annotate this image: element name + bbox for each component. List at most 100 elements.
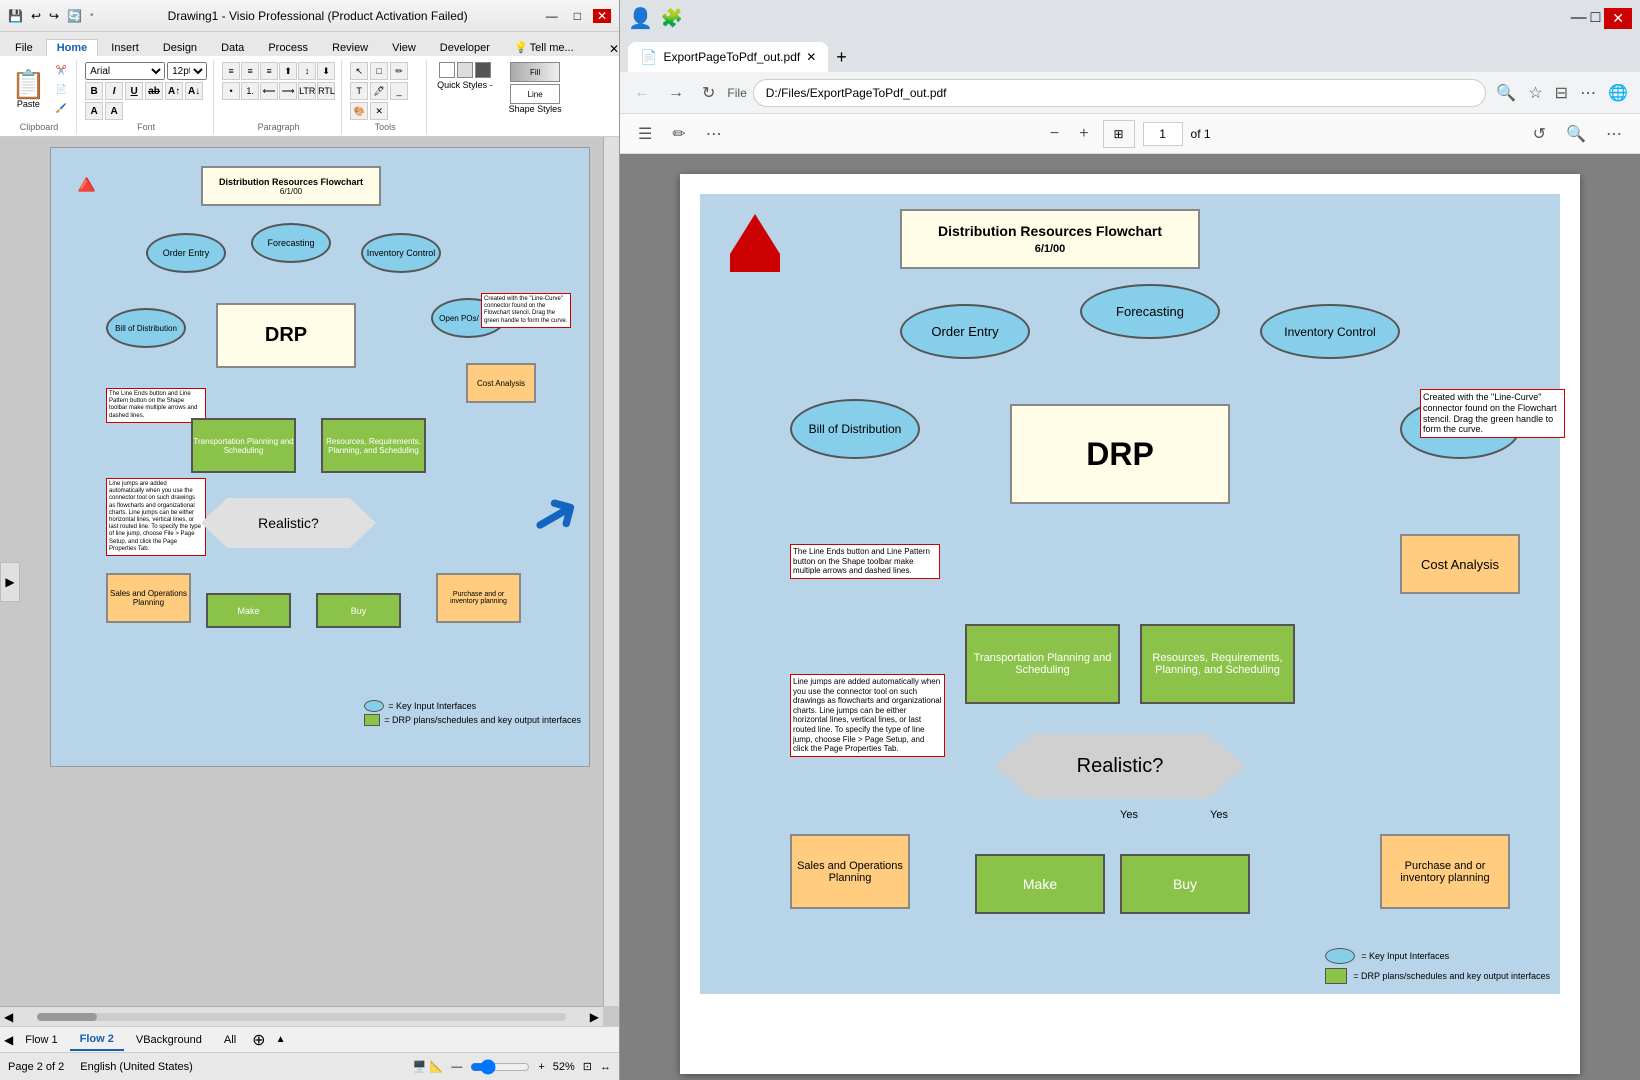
sidebar-toggle[interactable]: ▶ [0,562,20,602]
browser-menu-button[interactable]: ⋯ [1576,79,1600,107]
tab-data[interactable]: Data [210,39,255,56]
strikethrough-button[interactable]: ab [145,82,163,100]
page-tab-flow2[interactable]: Flow 2 [70,1029,124,1051]
align-right-button[interactable]: ≡ [260,62,278,80]
font-name-select[interactable]: Arial [85,62,165,80]
align-middle-button[interactable]: ↕ [298,62,316,80]
zoom-in-button[interactable]: + [1073,121,1094,147]
line-style[interactable]: Line [510,84,560,104]
copy-button[interactable]: 📄 [53,81,70,98]
extensions-icon[interactable]: 🧩 [661,8,683,29]
style-swatch-3[interactable] [475,62,491,78]
favorites-button[interactable]: ☆ [1524,79,1546,107]
style-swatch-1[interactable] [439,62,455,78]
add-page-btn[interactable]: ⊕ [248,1030,269,1050]
fit-page-btn[interactable]: ⊡ [583,1060,592,1073]
ribbon-close-icon[interactable]: ✕ [609,42,619,56]
fill-tool[interactable]: 🖊 [370,82,388,100]
tab-tell-me[interactable]: 💡 Tell me... [503,38,585,56]
zoom-out-button[interactable]: − [1044,121,1065,147]
decrease-font-button[interactable]: A↓ [185,82,203,100]
rect-tool[interactable]: □ [370,62,388,80]
scroll-tabs-left[interactable]: ◀ [4,1033,13,1047]
text-tool[interactable]: T [350,82,368,100]
pencil-tool[interactable]: ✏ [390,62,408,80]
pdf-browser-tab[interactable]: 📄 ExportPageToPdf_out.pdf ✕ [628,42,828,72]
underline-button[interactable]: U [125,82,143,100]
sidebar-toggle-button[interactable]: ☰ [632,120,658,148]
tab-insert[interactable]: Insert [100,39,150,56]
ltr-button[interactable]: LTR [298,82,316,100]
browser-close-button[interactable]: ✕ [1604,8,1632,29]
address-input[interactable] [753,79,1487,107]
pdf-content-area[interactable]: Distribution Resources Flowchart 6/1/00 … [620,154,1640,1080]
align-bottom-button[interactable]: ⬇ [317,62,335,80]
indent-increase-button[interactable]: ⟶ [279,82,297,100]
draw-tool-button[interactable]: ✏ [666,120,691,148]
align-left-button[interactable]: ≡ [222,62,240,80]
pointer-tool[interactable]: ↖ [350,62,368,80]
undo-icon[interactable]: ↩ [31,9,41,23]
bold-button[interactable]: B [85,82,103,100]
pdf-search-button[interactable]: 🔍 [1560,120,1592,148]
zoom-increase-btn[interactable]: + [538,1061,544,1073]
increase-font-button[interactable]: A↑ [165,82,183,100]
zoom-decrease-btn[interactable]: — [451,1061,462,1073]
page-view-btn[interactable]: ⊞ [1103,120,1135,148]
tab-design[interactable]: Design [152,39,208,56]
browser-maximize-button[interactable]: □ [1591,8,1601,29]
tab-developer[interactable]: Developer [429,39,501,56]
highlight-button[interactable]: A [105,102,123,120]
stroke-tool[interactable]: _ [390,82,408,100]
browser-minimize-button[interactable]: — [1571,8,1587,29]
tab-view[interactable]: View [381,39,427,56]
format-tool[interactable]: 🎨 [350,102,368,120]
scroll-left-btn[interactable]: ◀ [0,1010,17,1024]
format-painter-button[interactable]: 🖌️ [53,100,70,117]
page-tab-all[interactable]: All [214,1029,246,1051]
scroll-tabs-up[interactable]: ▲ [276,1034,286,1045]
back-button[interactable]: ← [628,80,656,106]
align-center-button[interactable]: ≡ [241,62,259,80]
font-size-select[interactable]: 12pt. [167,62,207,80]
pdf-page-input[interactable] [1143,122,1183,146]
align-top-button[interactable]: ⬆ [279,62,297,80]
cut-button[interactable]: ✂️ [53,62,70,79]
fill-style[interactable]: Fill [510,62,560,82]
style-swatch-2[interactable] [457,62,473,78]
tab-process[interactable]: Process [257,39,319,56]
tab-file[interactable]: File [4,39,44,56]
redo-icon[interactable]: ↪ [49,9,59,23]
close-button[interactable]: ✕ [593,9,611,23]
page-tab-vbkg[interactable]: VBackground [126,1029,212,1051]
forward-button[interactable]: → [662,80,690,106]
canvas-area[interactable]: ▶ 🔺 Distribution Resources Flowchart 6/1… [0,137,619,1026]
more-tools-button[interactable]: ⋯ [700,120,728,148]
horizontal-scrollbar[interactable]: ◀ ▶ [0,1006,603,1026]
rtl-button[interactable]: RTL [317,82,335,100]
zoom-slider[interactable] [470,1059,530,1075]
page-tab-flow1[interactable]: Flow 1 [15,1029,67,1051]
scroll-right-btn[interactable]: ▶ [586,1010,603,1024]
italic-button[interactable]: I [105,82,123,100]
pdf-more-button[interactable]: ⋯ [1600,120,1628,148]
split-view-button[interactable]: ⊟ [1551,79,1572,107]
tab-review[interactable]: Review [321,39,379,56]
vertical-scrollbar[interactable] [603,137,619,1006]
profile-icon[interactable]: 👤 [628,6,653,31]
tab-close-button[interactable]: ✕ [806,50,816,64]
minimize-button[interactable]: — [542,9,562,23]
tab-home[interactable]: Home [46,39,99,56]
edge-button[interactable]: 🌐 [1604,79,1632,107]
indent-decrease-button[interactable]: ⟵ [260,82,278,100]
new-tab-button[interactable]: + [832,43,851,72]
visio-diagram[interactable]: 🔺 Distribution Resources Flowchart 6/1/0… [50,147,590,767]
bullet-button[interactable]: • [222,82,240,100]
scroll-thumb[interactable] [37,1013,97,1021]
font-color-button[interactable]: A [85,102,103,120]
delete-tool[interactable]: ✕ [370,102,388,120]
rotate-button[interactable]: ↺ [1527,120,1552,148]
maximize-button[interactable]: □ [570,9,585,23]
refresh-button[interactable]: ↻ [696,79,721,107]
paste-button[interactable]: 📋 Paste [8,68,49,112]
